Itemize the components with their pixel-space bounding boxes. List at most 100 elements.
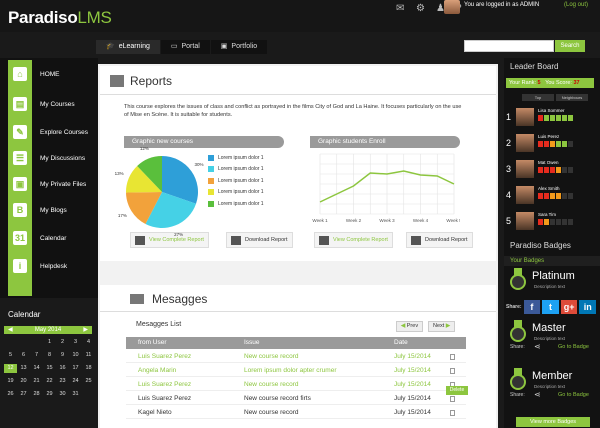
share-icon[interactable]: ⋖ <box>534 342 541 351</box>
tab-top[interactable]: Top <box>522 94 554 101</box>
view-report-button-2[interactable]: View Complete Report <box>314 232 393 248</box>
list-icon <box>135 235 145 245</box>
calendar-day[interactable]: 5 <box>4 351 17 360</box>
chevron-right-icon[interactable]: ▶ <box>83 326 88 334</box>
calendar-day[interactable]: 26 <box>4 390 17 399</box>
calendar-day[interactable]: 24 <box>69 377 82 386</box>
table-row[interactable]: Luis Suarez Perez New course record July 1… <box>126 379 466 391</box>
sidebar-item-my-blogs[interactable]: B My Blogs <box>8 198 98 222</box>
calendar-day[interactable]: 15 <box>43 364 56 373</box>
badge-master[interactable]: Master Description text Share: ⋖ Go to Badge <box>506 320 600 364</box>
sidebar-item-explore-courses[interactable]: ✎ Explore Courses <box>8 120 98 144</box>
social-share-row: Share: f t g+ in <box>506 298 596 316</box>
leaderboard-row[interactable]: 1 Lisa Sommer <box>504 106 600 128</box>
calendar-day[interactable]: 21 <box>30 377 43 386</box>
calendar-day[interactable]: 30 <box>56 390 69 399</box>
table-row[interactable]: Angela Marin Lorem ipsum dolor apter crum… <box>126 365 466 377</box>
calendar-day[interactable]: 22 <box>43 377 56 386</box>
sidebar-item-calendar[interactable]: 31 Calendar <box>8 226 98 250</box>
leader-name: Sara Tim <box>538 212 557 217</box>
calendar-day[interactable]: 7 <box>30 351 43 360</box>
sidebar-item-my-courses[interactable]: ▤ My Courses <box>8 92 98 116</box>
sidebar-item-helpdesk[interactable]: i Helpdesk <box>8 254 98 278</box>
calendar-day[interactable]: 13 <box>17 364 30 373</box>
calendar-day[interactable]: 27 <box>17 390 30 399</box>
table-row[interactable]: Luis Suarez Perez New course record July 1… <box>126 351 466 363</box>
logout-link[interactable]: (Log out) <box>564 2 588 8</box>
leaderboard-row[interactable]: 3 Mat Owen <box>504 158 600 180</box>
sidebar-item-home[interactable]: ⌂ HOME <box>8 62 98 86</box>
go-to-badge-link[interactable]: Go to Badge <box>558 344 589 350</box>
download-report-button-1[interactable]: Download Report <box>226 232 293 248</box>
avatar[interactable] <box>444 0 460 14</box>
leaderboard-row[interactable]: 5 Sara Tim <box>504 210 600 232</box>
view-report-button-1[interactable]: View Complete Report <box>130 232 209 248</box>
download-report-button-2[interactable]: Download Report <box>406 232 473 248</box>
leaderboard-row[interactable]: 4 Alex Smith <box>504 184 600 206</box>
calendar-day[interactable]: 2 <box>56 338 69 347</box>
tab-portfolio[interactable]: ▣ Portfolio <box>210 40 268 54</box>
tab-neighbours[interactable]: Neighbours <box>556 94 588 101</box>
pie-data-label: 27% <box>174 231 184 237</box>
linkedin-icon[interactable]: in <box>579 300 596 314</box>
rank-bar: Your Rank: 5 You Score: 37 <box>506 78 594 88</box>
calendar-day[interactable]: 11 <box>82 351 95 360</box>
calendar-day[interactable]: 14 <box>30 364 43 373</box>
calendar-day[interactable]: 18 <box>82 364 95 373</box>
calendar-day[interactable]: 19 <box>4 377 17 386</box>
search-input[interactable] <box>464 40 554 52</box>
calendar-day[interactable]: 31 <box>69 390 82 399</box>
x-tick-label: Week 4 <box>413 218 429 223</box>
logged-in-text: You are logged in as ADMIN <box>464 2 540 8</box>
calendar-day[interactable]: 16 <box>56 364 69 373</box>
message-from: Angela Marin <box>138 367 177 374</box>
calendar-day[interactable]: 25 <box>82 377 95 386</box>
x-tick-label: Week 5 <box>446 218 460 223</box>
calendar-day[interactable]: 10 <box>69 351 82 360</box>
logo[interactable]: ParadisoLMS <box>8 8 112 28</box>
trash-icon[interactable] <box>450 354 455 360</box>
view-more-badges-button[interactable]: View more Badges <box>516 417 590 427</box>
calendar-day[interactable]: 4 <box>82 338 95 347</box>
next-button[interactable]: Next ▶ <box>428 321 456 332</box>
sidebar-item-my-private-files[interactable]: ▣ My Private Files <box>8 172 98 196</box>
table-row[interactable]: Kagel Nieto New course record July 15/2014 <box>126 407 466 419</box>
calendar-day[interactable]: 29 <box>43 390 56 399</box>
table-row[interactable]: Luis Suarez Perez New course record firts… <box>126 393 466 405</box>
google-plus-icon[interactable]: g+ <box>560 300 578 314</box>
sidebar-item-my-discussions[interactable]: ☰ My Discussions <box>8 146 98 170</box>
facebook-icon[interactable]: f <box>523 300 541 314</box>
prev-button[interactable]: ◀ Prev <box>396 321 424 332</box>
calendar-day[interactable]: 20 <box>17 377 30 386</box>
share-icon[interactable]: ⋖ <box>534 390 541 399</box>
calendar-day[interactable]: 17 <box>69 364 82 373</box>
score-bars <box>538 167 573 173</box>
calendar-day[interactable]: 9 <box>56 351 69 360</box>
calendar-day[interactable]: 3 <box>69 338 82 347</box>
pie-data-label: 17% <box>117 213 127 219</box>
twitter-icon[interactable]: t <box>542 300 559 314</box>
chevron-left-icon[interactable]: ◀ <box>8 326 13 334</box>
tab-elearning[interactable]: 🎓 eLearning <box>96 40 160 54</box>
sidebar-item-label: My Blogs <box>40 206 67 214</box>
message-date: July 15/2014 <box>394 367 431 374</box>
trash-icon[interactable] <box>450 368 455 374</box>
leaderboard-row[interactable]: 2 Luis Perez <box>504 132 600 154</box>
calendar-day[interactable]: 8 <box>43 351 56 360</box>
search-button[interactable]: Search <box>555 40 585 52</box>
mail-icon[interactable]: ✉ <box>396 4 408 14</box>
calendar-day[interactable]: 12 <box>4 364 17 373</box>
calendar-day[interactable]: 28 <box>30 390 43 399</box>
calendar-day[interactable]: 23 <box>56 377 69 386</box>
calendar-day[interactable]: 6 <box>17 351 30 360</box>
trash-icon[interactable] <box>450 396 455 402</box>
settings-icon[interactable]: ⚙ <box>416 4 428 14</box>
messages-title: Mesagges <box>152 292 208 306</box>
calendar-day[interactable]: 1 <box>43 338 56 347</box>
trash-icon[interactable] <box>450 410 455 416</box>
leader-name: Luis Perez <box>538 134 560 139</box>
message-from: Luis Suarez Perez <box>138 395 192 402</box>
badge-member[interactable]: Member Description text Share: ⋖ Go to Badge <box>506 368 600 412</box>
tab-portal[interactable]: ▭ Portal <box>160 40 210 54</box>
go-to-badge-link[interactable]: Go to Badge <box>558 392 589 398</box>
